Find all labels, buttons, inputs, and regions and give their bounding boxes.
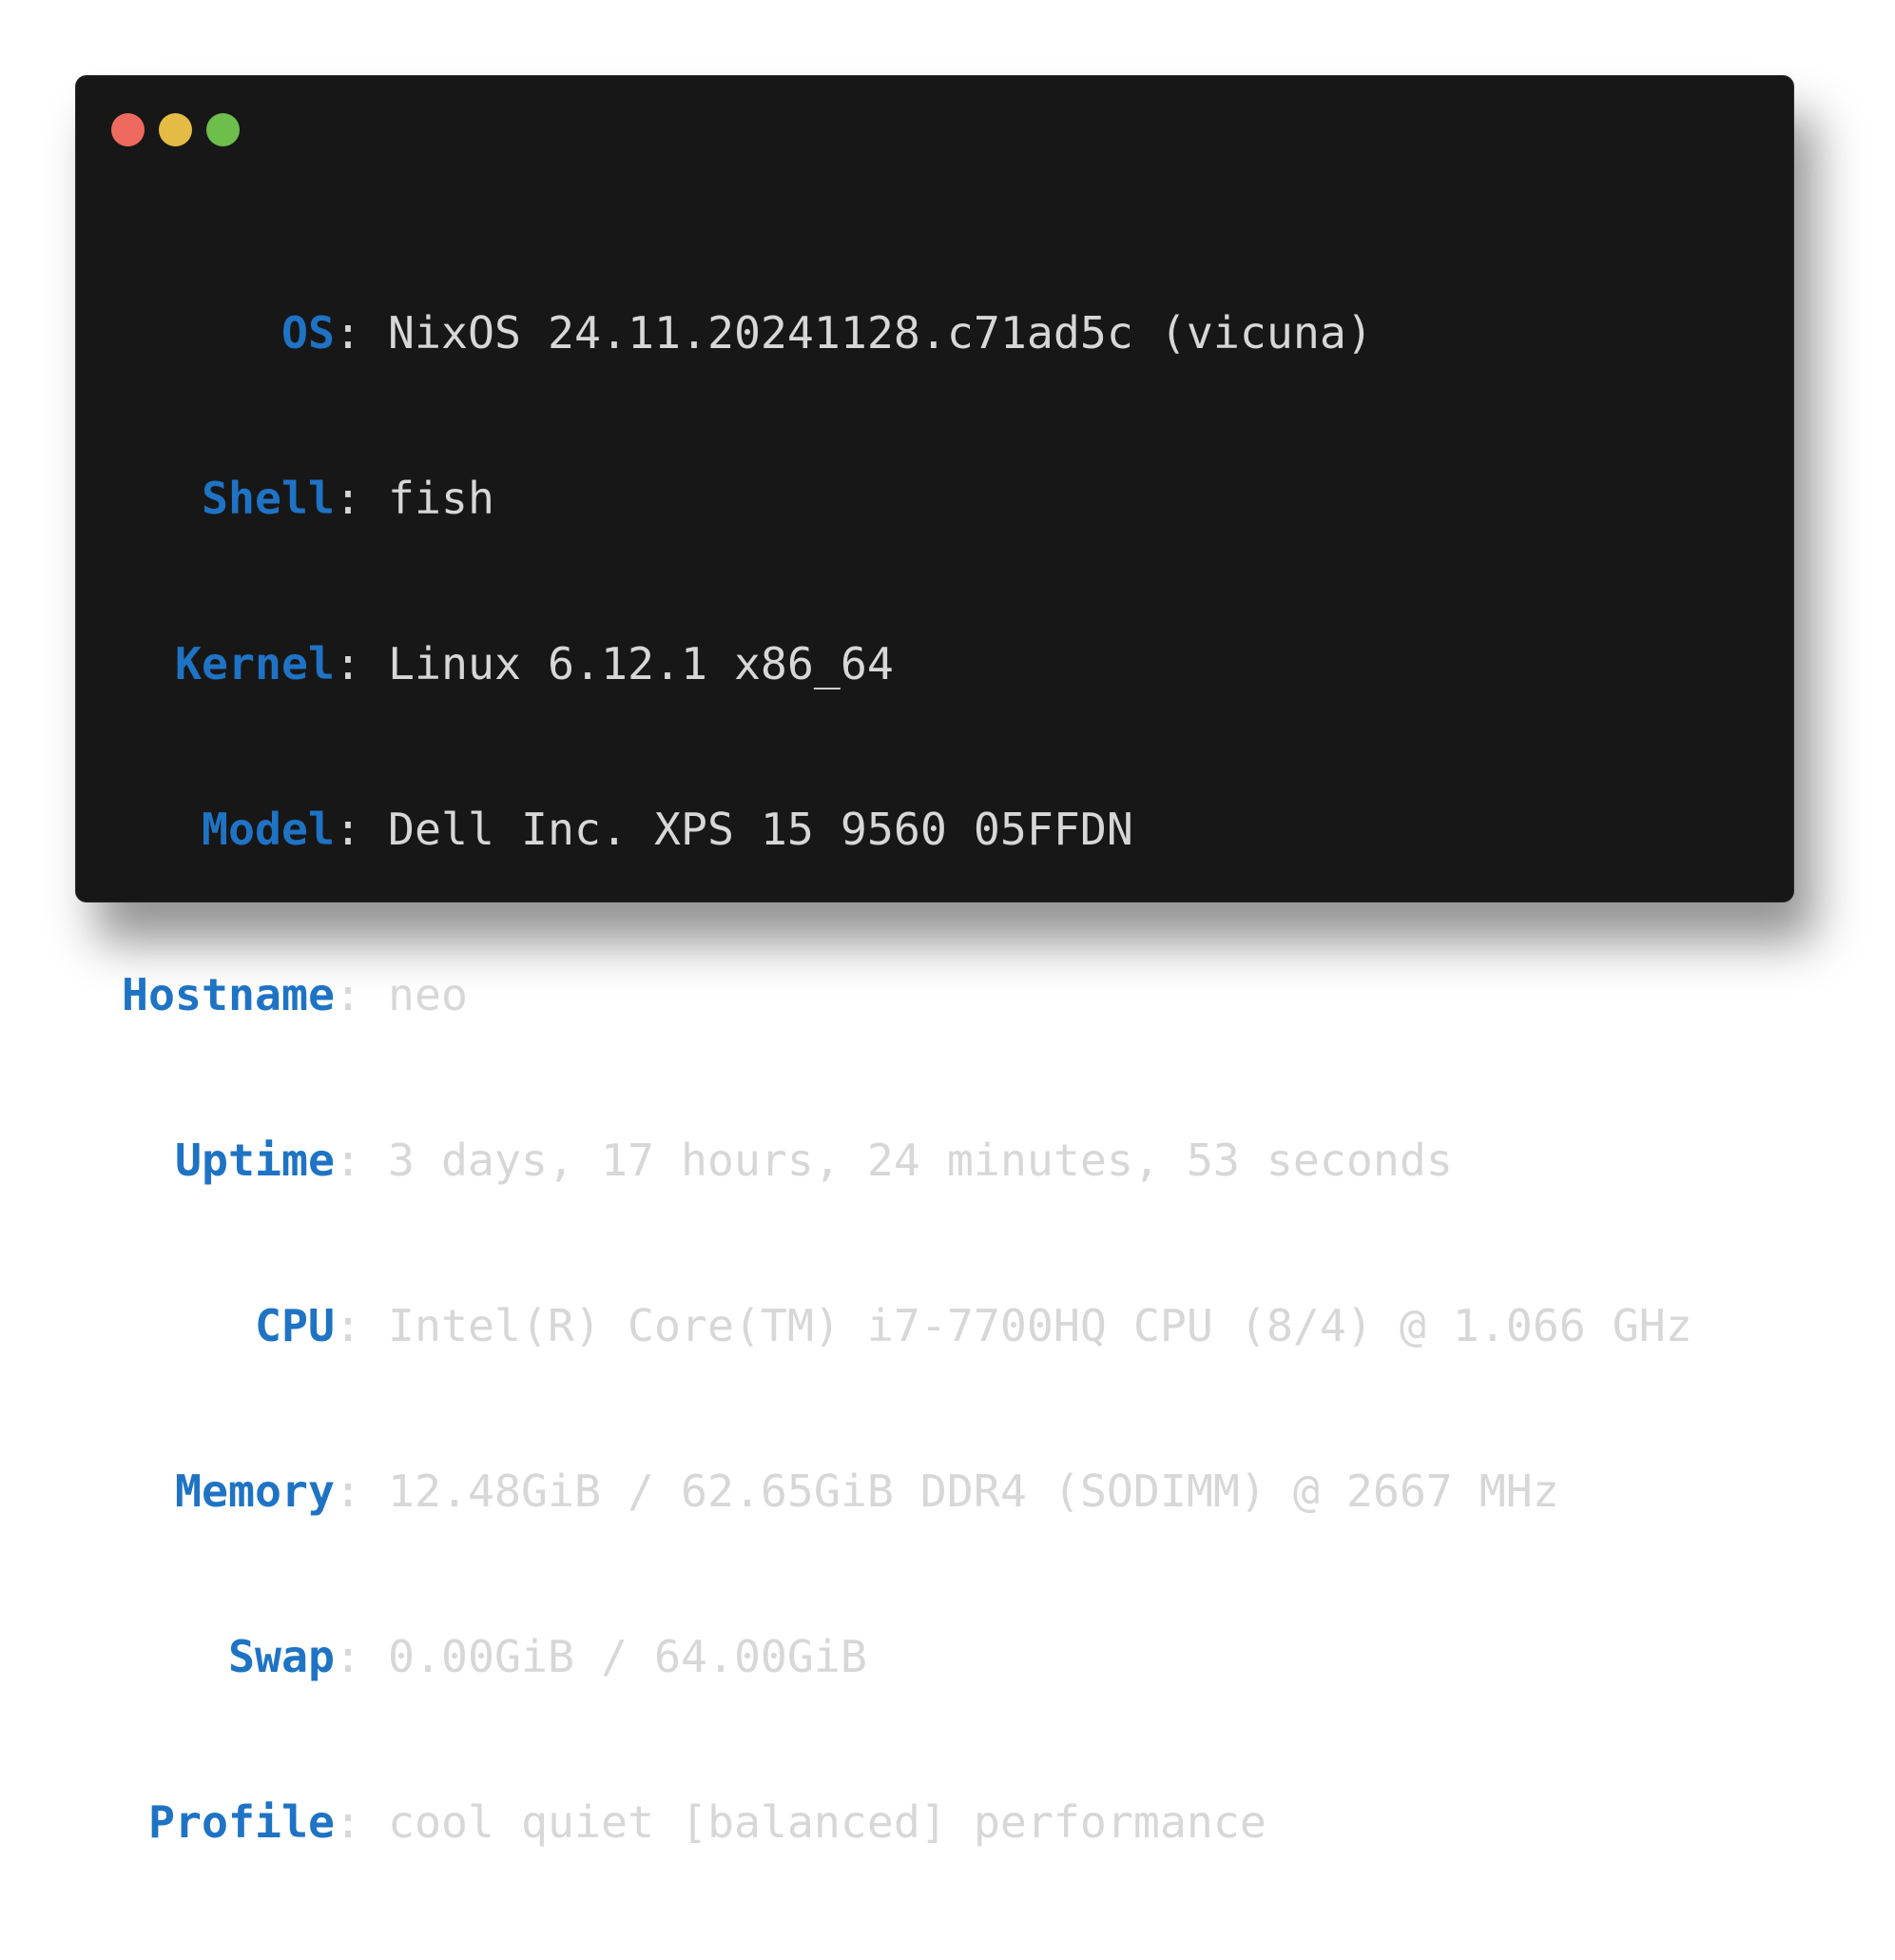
- info-row-shell: Shell: fish: [122, 471, 1692, 526]
- info-row-swap: Swap:0.00GiB / 64.00GiB: [122, 1629, 1692, 1684]
- info-row-kernel: Kernel: Linux 6.12.1 x86_64: [122, 636, 1692, 691]
- terminal-window: OS: NixOS 24.11.20241128.c71ad5c (vicuna)…: [75, 75, 1794, 1848]
- info-value: NixOS 24.11.20241128.c71ad5c (vicuna): [388, 307, 1373, 359]
- info-row-cpu: CPU: Intel(R) Core(TM) i7-7700HQ CPU (8/4…: [122, 1298, 1692, 1353]
- info-row-model: Model: Dell Inc. XPS 15 9560 05FFDN: [122, 802, 1692, 857]
- info-row-profile: Profile: cool quiet [balanced] performanc…: [122, 1795, 1692, 1850]
- info-key: CPU: [255, 1300, 335, 1351]
- info-key: Memory: [175, 1465, 335, 1517]
- info-row-memory: Memory:12.48GiB / 62.65GiB DDR4 (SODIMM)…: [122, 1464, 1692, 1519]
- info-value: 12.48GiB / 62.65GiB DDR4 (SODIMM) @ 2667…: [388, 1465, 1559, 1517]
- info-separator: :: [335, 1796, 361, 1848]
- info-separator: :: [335, 307, 361, 359]
- info-separator: :: [335, 473, 361, 524]
- titlebar: [111, 112, 254, 146]
- info-key: OS: [281, 307, 335, 359]
- info-value: 0.00GiB / 64.00GiB: [388, 1631, 867, 1682]
- system-info-output: OS: NixOS 24.11.20241128.c71ad5c (vicuna)…: [122, 195, 1692, 1960]
- info-value: Intel(R) Core(TM) i7-7700HQ CPU (8/4) @ …: [388, 1300, 1692, 1351]
- info-value: 3 days, 17 hours, 24 minutes, 53 seconds: [388, 1135, 1453, 1186]
- info-row-os: OS: NixOS 24.11.20241128.c71ad5c (vicuna): [122, 305, 1692, 360]
- maximize-button[interactable]: [206, 112, 240, 146]
- info-separator: :: [335, 1631, 361, 1682]
- info-separator: :: [335, 804, 361, 855]
- info-value: Dell Inc. XPS 15 9560 05FFDN: [388, 804, 1133, 855]
- info-key: Model: [202, 804, 335, 855]
- info-row-hostname: Hostname: neo: [122, 967, 1692, 1022]
- info-key: Uptime: [175, 1135, 335, 1186]
- info-separator: :: [335, 1465, 361, 1517]
- info-value: cool quiet [balanced] performance: [388, 1796, 1267, 1848]
- info-separator: :: [335, 1135, 361, 1186]
- info-key: Swap: [228, 1631, 335, 1682]
- info-separator: :: [335, 1300, 361, 1351]
- info-key: Shell: [202, 473, 335, 524]
- info-row-uptime: Uptime:3 days, 17 hours, 24 minutes, 53 …: [122, 1133, 1692, 1188]
- info-key: Kernel: [175, 638, 335, 689]
- info-value: neo: [388, 969, 468, 1020]
- close-button[interactable]: [111, 112, 145, 146]
- info-key: Hostname: [122, 969, 335, 1020]
- info-value: Linux 6.12.1 x86_64: [388, 638, 894, 689]
- info-key: Profile: [148, 1796, 335, 1848]
- info-value: fish: [388, 473, 494, 524]
- info-separator: :: [335, 638, 361, 689]
- info-separator: :: [335, 969, 361, 1020]
- minimize-button[interactable]: [159, 112, 192, 146]
